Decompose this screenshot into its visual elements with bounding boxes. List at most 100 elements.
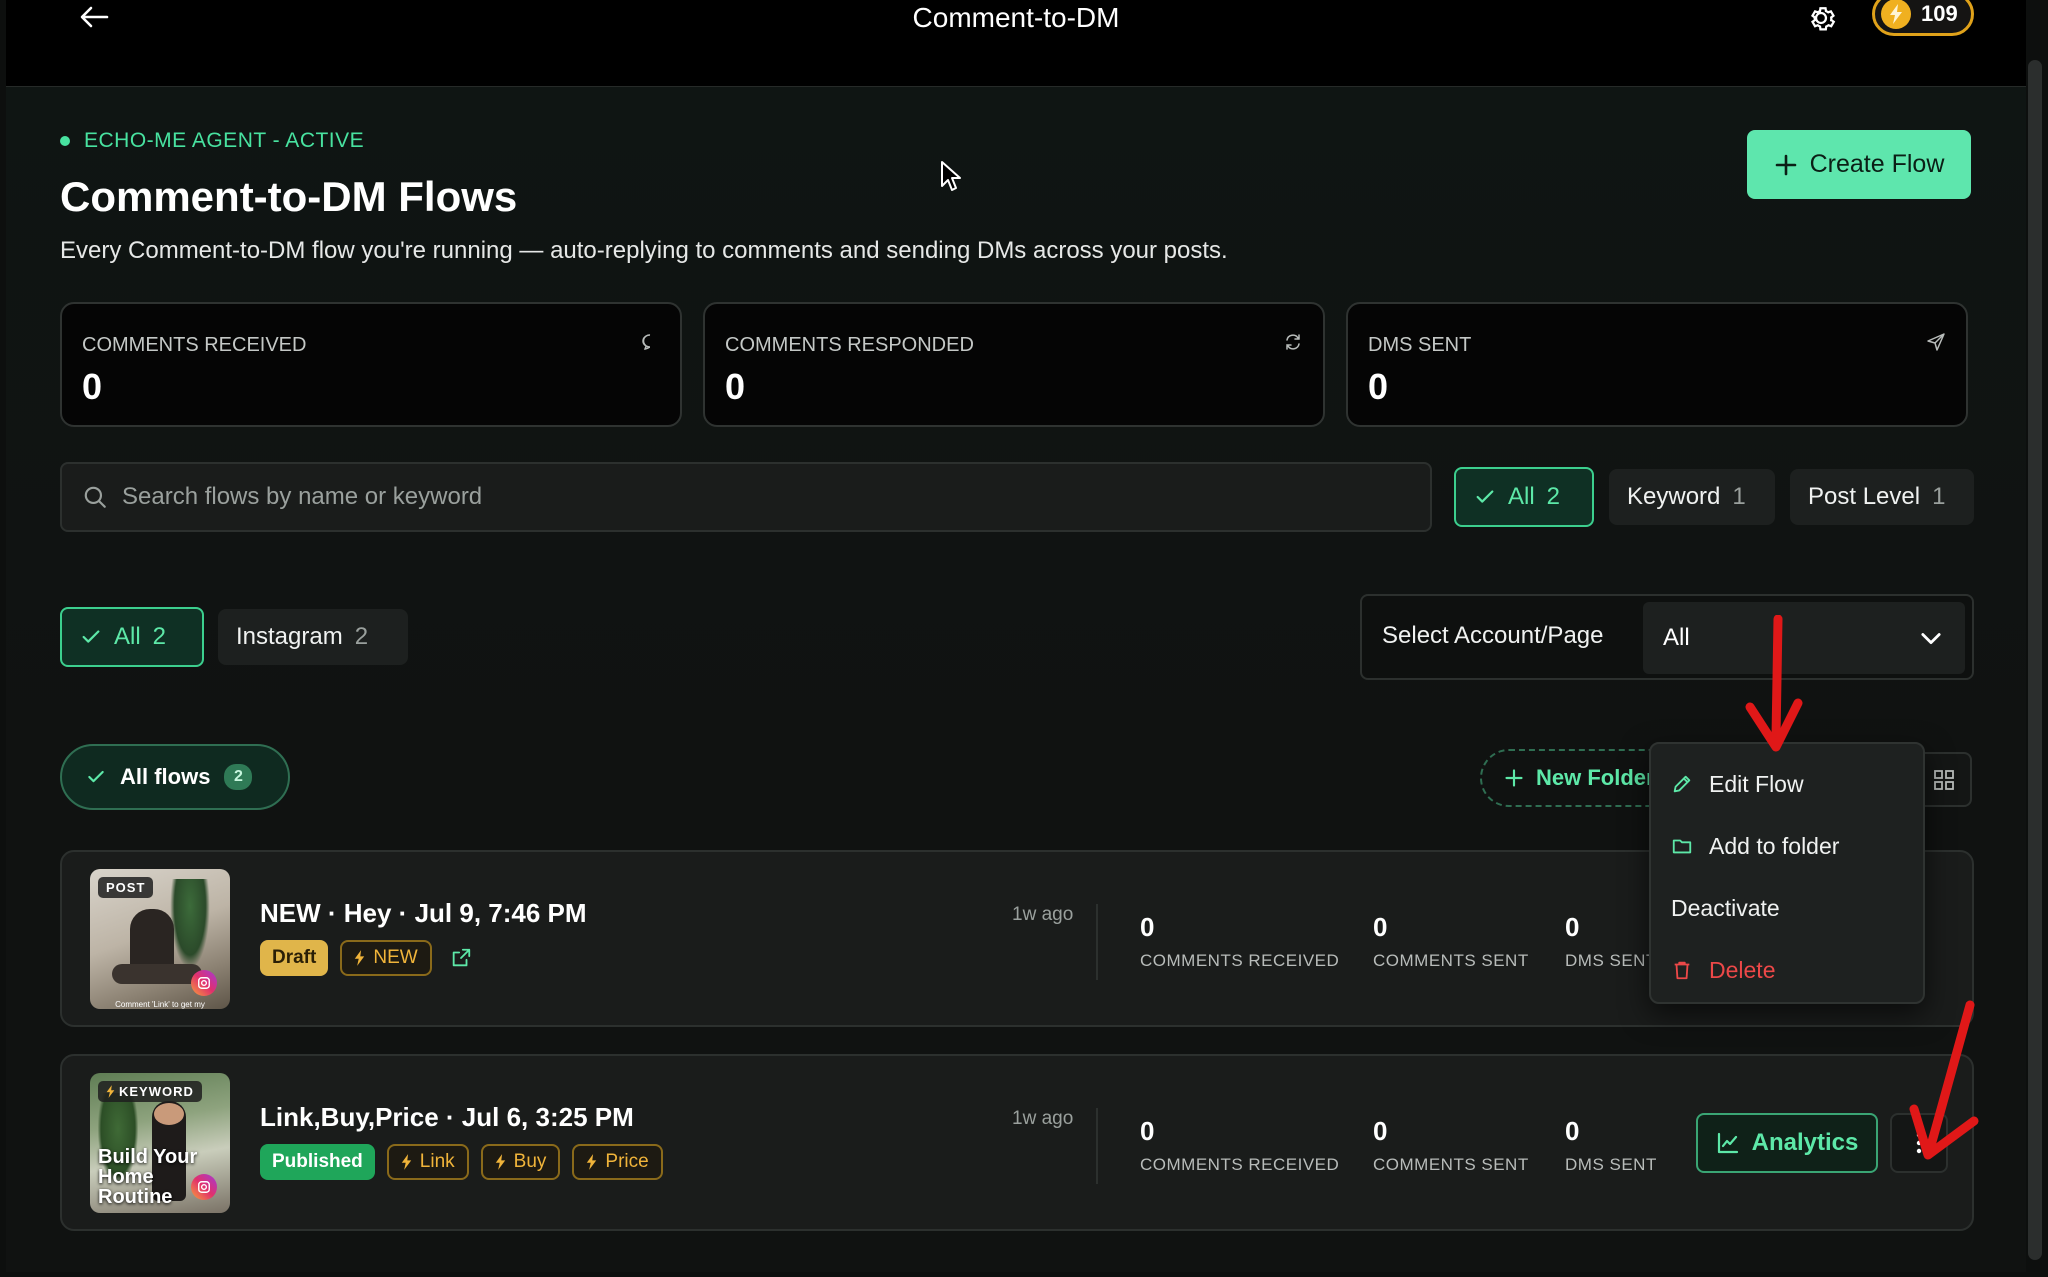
- folder-chip-label: All flows: [120, 764, 211, 789]
- gear-icon: [1811, 7, 1836, 31]
- stat-value: 0: [725, 366, 746, 407]
- metric-value: 0: [1140, 912, 1155, 942]
- pencil-icon: [1673, 775, 1691, 793]
- status-dot-icon: [60, 136, 70, 146]
- agent-status-label: ECHO-ME AGENT - ACTIVE: [84, 129, 365, 152]
- metric-comments-received: 0 COMMENTS RECEIVED: [1140, 912, 1339, 971]
- stat-value: 0: [82, 366, 103, 407]
- page-subtitle: Every Comment-to-DM flow you're running …: [60, 237, 1228, 264]
- agent-status: ECHO-ME AGENT - ACTIVE: [60, 129, 364, 153]
- check-icon: [88, 770, 104, 783]
- metric-value: 0: [1373, 1116, 1388, 1146]
- menu-item-label: Delete: [1709, 956, 1776, 983]
- metric-value: 0: [1565, 1116, 1580, 1146]
- metric-label: COMMENTS SENT: [1373, 1155, 1529, 1174]
- filter-chip-count: 2: [1546, 483, 1561, 510]
- keyword-label: Price: [605, 1151, 649, 1172]
- lightning-icon: [587, 1154, 597, 1170]
- metric-value: 0: [1373, 912, 1388, 942]
- keyword-tag: Price: [572, 1144, 663, 1180]
- menu-item-add-to-folder[interactable]: Add to folder: [1651, 818, 1923, 874]
- metric-label: DMS SENT: [1565, 1155, 1657, 1174]
- plus-icon: [1505, 769, 1523, 787]
- instagram-icon: [191, 970, 217, 996]
- create-flow-button[interactable]: Create Flow: [1747, 130, 1971, 199]
- status-badge: Draft: [260, 940, 329, 976]
- trash-icon: [1674, 961, 1690, 980]
- thumbnail-caption: Build Your Home Routine: [98, 1146, 198, 1208]
- flow-tags: Draft NEW: [260, 940, 472, 976]
- metric-label: COMMENTS RECEIVED: [1140, 951, 1340, 970]
- search-input[interactable]: [122, 483, 1402, 511]
- time-ago: 1w ago: [1012, 1108, 1074, 1129]
- menu-item-label: Edit Flow: [1709, 770, 1804, 797]
- lightning-icon: [106, 1085, 115, 1098]
- platform-chip-instagram[interactable]: Instagram 2: [218, 609, 408, 665]
- platform-chip-all[interactable]: All 2: [60, 607, 204, 667]
- lightning-icon: [401, 1154, 412, 1170]
- folder-chip-all-flows[interactable]: All flows 2: [60, 744, 290, 810]
- platform-chip-label: Instagram: [236, 623, 343, 650]
- folder-icon: [1672, 839, 1692, 854]
- new-folder-label: New Folder: [1536, 765, 1655, 790]
- metric-dms-sent: 0 DMS SENT: [1565, 1116, 1657, 1175]
- keyword-tag: Buy: [480, 1144, 561, 1180]
- check-icon: [1476, 490, 1494, 503]
- stat-value: 0: [1368, 366, 1389, 407]
- credits-badge[interactable]: 109: [1872, 0, 1974, 36]
- send-icon: [1927, 333, 1945, 351]
- flow-card[interactable]: KEYWORD Build Your Home Routine Link,Buy…: [60, 1054, 1974, 1231]
- create-flow-label: Create Flow: [1809, 150, 1945, 178]
- window-title: Comment-to-DM: [912, 2, 1120, 33]
- platform-chip-count: 2: [152, 623, 167, 650]
- flow-thumbnail: POST Comment 'Link' to get my: [90, 869, 230, 1009]
- keyword-label: NEW: [373, 947, 418, 968]
- metric-comments-sent: 0 COMMENTS SENT: [1373, 1116, 1529, 1175]
- thumbnail-caption: Comment 'Link' to get my: [115, 1000, 205, 1009]
- instagram-icon: [191, 1174, 217, 1200]
- external-link-icon[interactable]: [444, 947, 472, 969]
- chevron-down-icon: [1921, 633, 1941, 645]
- metric-comments-sent: 0 COMMENTS SENT: [1373, 912, 1529, 971]
- metric-value: 0: [1565, 912, 1580, 942]
- filter-chip-all[interactable]: All 2: [1454, 467, 1594, 527]
- thumbnail-tag: POST: [98, 877, 154, 898]
- flow-name: Link,Buy,Price · Jul 6, 3:25 PM: [260, 1102, 634, 1132]
- metric-label: COMMENTS SENT: [1373, 951, 1529, 970]
- account-select-group: Select Account/Page All: [1360, 594, 1974, 680]
- flow-name: NEW · Hey · Jul 9, 7:46 PM: [260, 898, 587, 928]
- menu-item-deactivate[interactable]: Deactivate: [1651, 880, 1923, 936]
- stat-label: COMMENTS RECEIVED: [82, 334, 307, 356]
- thumbnail-tag: KEYWORD: [98, 1081, 202, 1102]
- time-ago: 1w ago: [1012, 904, 1074, 925]
- chat-bubble-icon: [642, 334, 651, 350]
- count-badge: 2: [224, 764, 253, 790]
- top-bar: Comment-to-DM 109: [6, 0, 2026, 87]
- analytics-button[interactable]: Analytics: [1696, 1113, 1878, 1173]
- menu-item-label: Deactivate: [1671, 894, 1780, 921]
- keyword-label: Link: [419, 1151, 455, 1172]
- keyword-tag: Link: [386, 1144, 469, 1180]
- grid-icon: [1934, 769, 1954, 790]
- account-select-value: All: [1663, 624, 1690, 651]
- filter-chip-post-level[interactable]: Post Level 1: [1790, 469, 1974, 525]
- page-title: Comment-to-DM Flows: [60, 173, 518, 220]
- filter-chip-keyword[interactable]: Keyword 1: [1609, 469, 1775, 525]
- thumbnail-tag-label: KEYWORD: [119, 1084, 194, 1099]
- search-box: [60, 462, 1432, 532]
- scrollbar[interactable]: [2028, 60, 2042, 1260]
- menu-item-delete[interactable]: Delete: [1651, 942, 1923, 998]
- credits-count: 109: [1921, 1, 1958, 26]
- filter-chip-label: Post Level: [1808, 483, 1921, 510]
- stat-card-comments-received: COMMENTS RECEIVED 0: [60, 302, 682, 427]
- flow-thumbnail: KEYWORD Build Your Home Routine: [90, 1073, 230, 1213]
- annotation-arrow-icon: [1745, 615, 1803, 752]
- account-select-label: Select Account/Page: [1382, 622, 1604, 649]
- keyword-tag: NEW: [340, 940, 432, 976]
- menu-item-label: Add to folder: [1709, 832, 1840, 859]
- plus-icon: [1775, 154, 1796, 175]
- stat-card-comments-responded: COMMENTS RESPONDED 0: [703, 302, 1325, 427]
- lightning-icon: [1881, 0, 1911, 29]
- mouse-cursor-icon: [941, 161, 961, 191]
- settings-button[interactable]: [1801, 0, 1841, 36]
